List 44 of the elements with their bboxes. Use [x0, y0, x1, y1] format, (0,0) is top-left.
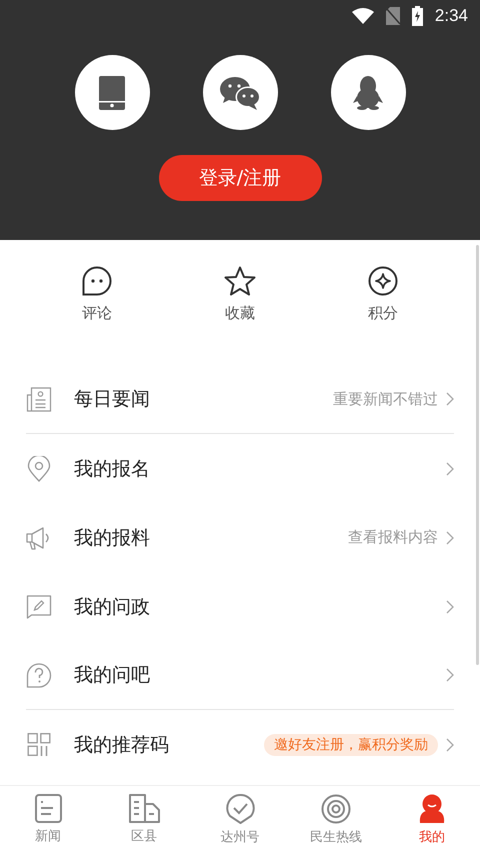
check-badge-icon	[226, 794, 254, 824]
star-icon	[224, 266, 256, 296]
menu-hint: 查看报料内容	[348, 528, 438, 547]
battery-charging-icon	[412, 6, 423, 26]
question-bubble-icon	[26, 662, 52, 688]
promo-badge: 邀好友注册，赢积分奖励	[264, 734, 438, 756]
comment-icon	[82, 266, 112, 296]
edit-note-icon	[26, 594, 52, 618]
tab[interactable]: 达州号	[192, 786, 288, 853]
tab[interactable]: 区县	[96, 786, 192, 853]
tab[interactable]: 民生热线	[288, 786, 384, 853]
target-icon	[321, 794, 351, 824]
newspaper-icon	[26, 386, 52, 412]
quick-action[interactable]: 收藏	[209, 266, 271, 340]
menu-item[interactable]: 我的推荐码 邀好友注册，赢积分奖励	[26, 710, 454, 779]
person-icon	[418, 794, 446, 824]
buildings-icon	[128, 794, 160, 823]
tablet-icon	[99, 76, 125, 110]
menu-item[interactable]: 我的报料 查看报料内容	[26, 503, 454, 572]
chat-bubbles-icon	[219, 76, 261, 110]
tab[interactable]: 我的	[384, 786, 480, 853]
login-register-button[interactable]: 登录/注册	[158, 155, 322, 201]
sparkle-circle-icon	[368, 266, 398, 296]
chevron-right-icon	[446, 462, 454, 476]
quick-action[interactable]: 积分	[352, 266, 414, 340]
menu-item[interactable]: 我的问政	[26, 572, 454, 641]
chevron-right-icon	[446, 530, 454, 544]
qr-code-icon	[26, 733, 52, 756]
menu-item[interactable]: 我的报名	[26, 434, 454, 503]
wifi-icon	[352, 8, 374, 24]
chevron-right-icon	[446, 738, 454, 752]
tab[interactable]: 新闻	[0, 786, 96, 853]
location-pin-icon	[26, 456, 52, 482]
no-sim-icon	[386, 7, 400, 25]
chevron-right-icon	[446, 668, 454, 682]
quick-action[interactable]: 评论	[66, 266, 128, 340]
menu-item[interactable]: 我的问吧	[26, 641, 454, 710]
chevron-right-icon	[446, 600, 454, 614]
news-list-icon	[34, 794, 62, 823]
menu-item[interactable]: 每日要闻 重要新闻不错过	[26, 365, 454, 434]
penguin-icon	[353, 76, 383, 110]
status-time: 2:34	[434, 6, 468, 26]
chevron-right-icon	[446, 392, 454, 406]
menu-hint: 重要新闻不错过	[333, 390, 438, 408]
